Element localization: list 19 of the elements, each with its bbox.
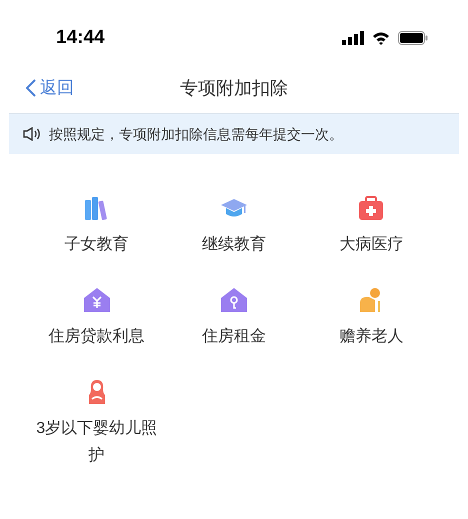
category-item[interactable]: 子女教育 bbox=[28, 194, 166, 258]
battery-icon bbox=[398, 31, 428, 45]
page-title: 专项附加扣除 bbox=[180, 76, 288, 100]
chevron-left-icon bbox=[26, 79, 36, 97]
category-item[interactable]: 大病医疗 bbox=[302, 194, 440, 258]
category-item[interactable]: 继续教育 bbox=[165, 194, 303, 258]
house-yuan-icon bbox=[82, 286, 111, 314]
speaker-icon bbox=[23, 127, 41, 141]
notice-text: 按照规定，专项附加扣除信息需每年提交一次。 bbox=[49, 124, 343, 144]
category-item[interactable]: 赡养老人 bbox=[302, 286, 440, 350]
signal-icon bbox=[342, 31, 364, 45]
back-button[interactable]: 返回 bbox=[26, 75, 74, 101]
status-time: 14:44 bbox=[56, 26, 105, 50]
category-item[interactable]: 住房租金 bbox=[165, 286, 303, 350]
wifi-icon bbox=[372, 31, 390, 45]
house-key-icon bbox=[220, 286, 248, 314]
category-item[interactable]: 3岁以下婴幼儿照护 bbox=[28, 378, 166, 469]
first-aid-kit-icon bbox=[357, 194, 386, 222]
category-item[interactable]: 住房贷款利息 bbox=[28, 286, 166, 350]
